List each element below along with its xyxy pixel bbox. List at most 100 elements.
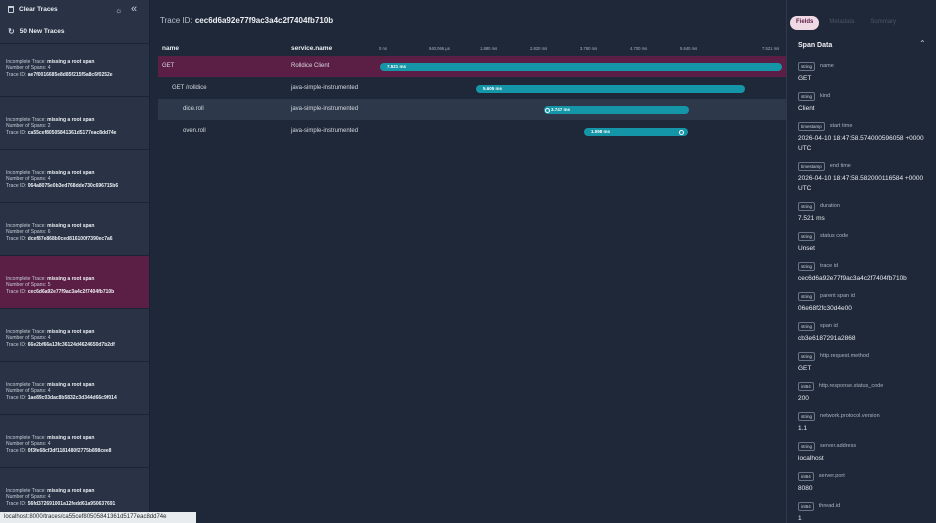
- chevron-up-icon[interactable]: ⌃: [919, 39, 926, 48]
- field-network-protocol-version: string network.protocol.version 1.1: [798, 411, 934, 434]
- type-badge: string: [798, 201, 816, 211]
- trace-title-prefix: Trace ID:: [160, 16, 193, 25]
- field-value: localhost: [798, 455, 824, 462]
- field-status-code: string status code Unset: [798, 231, 934, 254]
- trace-id: ae7f0016685e8d85f215f5a8c6f0252e: [27, 71, 113, 78]
- sidebar-toolbar: Clear Traces ☼ « ↻ 50 New Traces: [0, 0, 149, 44]
- link-status-bar: localhost:8000/traces/ca55cef80505841361…: [0, 512, 196, 523]
- field-key: kind: [820, 93, 831, 99]
- span-count: 4: [47, 494, 51, 501]
- spans-label: Number of Spans:: [6, 494, 47, 501]
- field-server-port: int64 server.port 8080: [798, 471, 934, 494]
- trace-id-label: Trace ID:: [6, 288, 27, 295]
- field-http-response-status-code: int64 http.response.status_code 200: [798, 381, 934, 404]
- field-kind: string kind Client: [798, 91, 934, 114]
- sun-icon[interactable]: ☼: [115, 6, 122, 15]
- field-key: name: [820, 63, 834, 69]
- trace-list-item[interactable]: Incomplete Trace: missing a root span Nu…: [0, 362, 149, 415]
- tab-metadata[interactable]: Metadata: [823, 16, 860, 30]
- trace-list-item[interactable]: Incomplete Trace: missing a root span Nu…: [0, 97, 149, 150]
- trace-list-item[interactable]: Incomplete Trace: missing a root span Nu…: [0, 309, 149, 362]
- new-traces-button[interactable]: ↻ 50 New Traces: [8, 27, 65, 36]
- field-name: string name GET: [798, 61, 934, 84]
- trace-message: missing a root span: [47, 488, 95, 494]
- trash-icon: [8, 6, 14, 13]
- clear-traces-button[interactable]: Clear Traces: [8, 6, 58, 13]
- trace-list-item[interactable]: Incomplete Trace: missing a root span Nu…: [0, 203, 149, 256]
- type-badge: int64: [798, 501, 814, 511]
- field-key: trace id: [820, 263, 839, 269]
- span-name: GET: [162, 63, 175, 69]
- span-bar[interactable]: 7.521 ms: [380, 63, 782, 71]
- trace-message: missing a root span: [47, 276, 95, 282]
- span-count: 4: [47, 335, 51, 342]
- trace-status: Incomplete Trace:: [6, 117, 46, 123]
- spans-label: Number of Spans:: [6, 441, 47, 448]
- field-trace-id: string trace id cec6d6a92e77f9ac3a4c2f740…: [798, 261, 934, 284]
- field-server-address: string server.address localhost: [798, 441, 934, 464]
- trace-id-label: Trace ID:: [6, 129, 27, 136]
- trace-id-label: Trace ID:: [6, 500, 27, 507]
- trace-list-item-selected[interactable]: Incomplete Trace: missing a root span Nu…: [0, 256, 149, 309]
- span-data-heading: Span Data: [798, 42, 833, 49]
- trace-list-item[interactable]: Incomplete Trace: missing a root span Nu…: [0, 415, 149, 468]
- trace-status: Incomplete Trace:: [6, 382, 46, 388]
- trace-list-item[interactable]: Incomplete Trace: missing a root span Nu…: [0, 44, 149, 97]
- trace-message: missing a root span: [47, 435, 95, 441]
- detail-tabs: Fields Metadata Summary: [790, 16, 902, 30]
- span-row-selected[interactable]: GET Rolldice Client 7.521 ms: [158, 56, 786, 77]
- tab-fields[interactable]: Fields: [790, 16, 820, 30]
- field-value: 1.1: [798, 425, 808, 432]
- trace-id: 1ae89c03dac8b5832c3d344d66c9f014: [27, 394, 117, 401]
- field-value: Client: [798, 105, 815, 112]
- timeline-tick: 7.521 ms: [762, 46, 780, 51]
- span-row[interactable]: oven.roll java-simple-instrumented 1.098…: [158, 121, 786, 142]
- tab-summary[interactable]: Summary: [864, 16, 902, 30]
- trace-id-label: Trace ID:: [6, 182, 27, 189]
- span-bar[interactable]: 1.098 ms: [584, 128, 688, 136]
- spans-label: Number of Spans:: [6, 282, 47, 289]
- trace-status: Incomplete Trace:: [6, 170, 46, 176]
- trace-title-id: cec6d6a92e77f9ac3a4c2f7404fb710b: [194, 16, 334, 25]
- trace-id: 56fd372691001a12fedd61a950637691: [27, 500, 116, 507]
- field-span-id: string span id cb3e6187291a2868: [798, 321, 934, 344]
- span-duration: 3.747 ms: [551, 107, 571, 112]
- span-name: GET /rolldice: [172, 85, 207, 91]
- column-header-service[interactable]: service.name: [291, 45, 332, 52]
- span-service: Rolldice Client: [291, 63, 330, 69]
- type-badge: string: [798, 61, 816, 71]
- span-service: java-simple-instrumented: [291, 106, 359, 112]
- clock-icon: [545, 107, 550, 113]
- trace-waterfall: Trace ID: cec6d6a92e77f9ac3a4c2f7404fb71…: [150, 0, 786, 523]
- span-bar[interactable]: 5.605 ms: [476, 85, 745, 93]
- type-badge: string: [798, 441, 816, 451]
- span-bar[interactable]: 3.747 ms: [544, 106, 689, 114]
- type-badge: string: [798, 351, 816, 361]
- column-header-name[interactable]: name: [162, 45, 179, 52]
- type-badge: int64: [798, 471, 814, 481]
- span-count: 4: [47, 65, 51, 72]
- span-count: 4: [47, 388, 51, 395]
- field-value: 1: [798, 515, 802, 522]
- field-value: GET: [798, 365, 812, 372]
- field-value: 8080: [798, 485, 813, 492]
- trace-list-item[interactable]: Incomplete Trace: missing a root span Nu…: [0, 150, 149, 203]
- field-value: 06e68f2fc30d4e00: [798, 305, 852, 312]
- field-key: parent span id: [820, 293, 855, 299]
- span-row[interactable]: dice.roll java-simple-instrumented 3.747…: [158, 99, 786, 120]
- field-key: thread.id: [818, 503, 841, 509]
- span-detail-panel: Fields Metadata Summary Span Data ⌃ stri…: [786, 0, 936, 523]
- collapse-sidebar-icon[interactable]: «: [131, 3, 137, 15]
- trace-sidebar: Clear Traces ☼ « ↻ 50 New Traces Incompl…: [0, 0, 150, 523]
- spans-label: Number of Spans:: [6, 229, 47, 236]
- span-row[interactable]: GET /rolldice java-simple-instrumented 5…: [158, 78, 786, 99]
- span-count: 4: [47, 176, 51, 183]
- trace-list-item[interactable]: Incomplete Trace: missing a root span Nu…: [0, 468, 149, 512]
- field-value: 7.521 ms: [798, 215, 825, 222]
- trace-id-label: Trace ID:: [6, 71, 27, 78]
- field-key: server.address: [820, 443, 857, 449]
- trace-id: 66e2bf66a13fc36124d4624650d7b2df: [27, 341, 115, 348]
- spans-label: Number of Spans:: [6, 65, 47, 72]
- trace-message: missing a root span: [47, 117, 95, 123]
- timeline-tick: 940.066 µs: [429, 46, 450, 51]
